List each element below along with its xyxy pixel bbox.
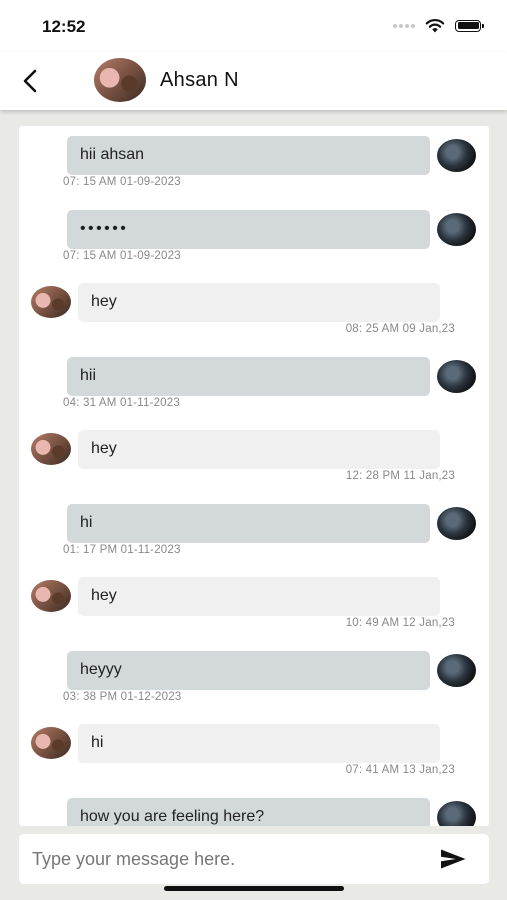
chat-header: Ahsan N [0,52,507,110]
signal-icon [393,23,415,28]
message-timestamp: 01: 17 PM 01-11-2023 [63,544,181,556]
message-received: hey 08: 25 AM 09 Jan,23 [19,283,489,343]
message-bubble[interactable]: hii [67,357,430,396]
message-received: hey 10: 49 AM 12 Jan,23 [19,577,489,637]
my-avatar [437,654,476,687]
message-sent: hii 04: 31 AM 01-11-2023 [19,357,489,417]
contact-name[interactable]: Ahsan N [160,69,239,92]
message-input[interactable] [32,842,422,876]
contact-avatar-small [31,727,71,759]
message-timestamp: 07: 15 AM 01-09-2023 [63,250,181,262]
my-avatar [437,213,476,246]
home-indicator [164,886,344,891]
send-icon[interactable] [439,848,467,870]
my-avatar [437,360,476,393]
message-received: hi 07: 41 AM 13 Jan,23 [19,724,489,784]
message-sent: how you are feeling here? [19,798,489,826]
message-bubble[interactable]: hii ahsan [67,136,430,175]
message-timestamp: 07: 41 AM 13 Jan,23 [345,764,455,776]
status-icons [393,18,484,33]
message-sent: heyyy 03: 38 PM 01-12-2023 [19,651,489,711]
my-avatar [437,139,476,172]
message-timestamp: 04: 31 AM 01-11-2023 [63,397,180,409]
my-avatar [437,801,476,826]
message-timestamp: 10: 49 AM 12 Jan,23 [345,617,455,629]
message-bubble[interactable]: hey [78,577,440,616]
contact-avatar-small [31,286,71,318]
message-bubble[interactable]: how you are feeling here? [67,798,430,826]
message-timestamp: 08: 25 AM 09 Jan,23 [345,323,455,335]
message-timestamp: 12: 28 PM 11 Jan,23 [345,470,455,482]
message-sent: hii ahsan 07: 15 AM 01-09-2023 [19,136,489,196]
message-sent: hi 01: 17 PM 01-11-2023 [19,504,489,564]
message-bubble[interactable]: hi [78,724,440,763]
message-list[interactable]: hii ahsan 07: 15 AM 01-09-2023 • • • • •… [19,126,489,826]
message-received: hey 12: 28 PM 11 Jan,23 [19,430,489,490]
contact-avatar[interactable] [94,58,146,102]
message-sent: • • • • • • 07: 15 AM 01-09-2023 [19,210,489,270]
message-composer [19,834,489,884]
battery-icon [455,19,484,32]
wifi-icon [425,19,445,33]
status-bar: 12:52 [0,0,507,52]
contact-avatar-small [31,580,71,612]
back-button[interactable] [16,67,44,95]
message-bubble[interactable]: hey [78,283,440,322]
status-time: 12:52 [42,17,86,36]
contact-avatar-small [31,433,71,465]
message-bubble[interactable]: • • • • • • [67,210,430,249]
message-bubble[interactable]: hey [78,430,440,469]
message-bubble[interactable]: hi [67,504,430,543]
message-timestamp: 03: 38 PM 01-12-2023 [63,691,182,703]
message-timestamp: 07: 15 AM 01-09-2023 [63,176,181,188]
message-bubble[interactable]: heyyy [67,651,430,690]
my-avatar [437,507,476,540]
